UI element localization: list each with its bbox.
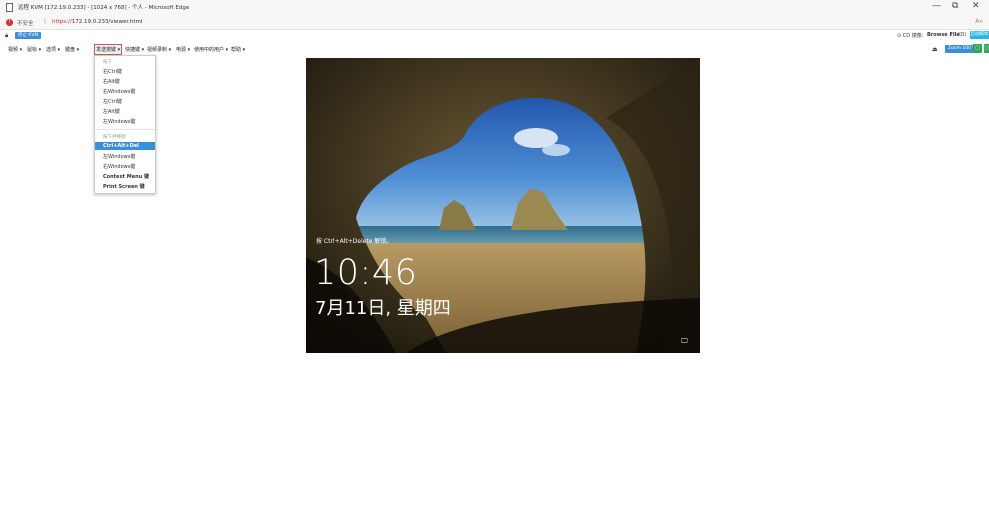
- url-path: 172.19.0.233/viewer.html: [71, 19, 143, 25]
- cd-image-text: CD 镜像:: [902, 33, 924, 39]
- ease-of-access-icon[interactable]: 🖵︎: [681, 337, 688, 346]
- menu-video[interactable]: 视频 ▾: [7, 45, 23, 54]
- unlock-hint: 按 Ctrl+Alt+Delete 解锁。: [316, 238, 393, 245]
- address-separator: |: [44, 18, 47, 25]
- chat-icon[interactable]: ▢: [973, 44, 982, 53]
- remote-screen[interactable]: 按 Ctrl+Alt+Delete 解锁。 10:46 7月11日, 星期四 🖵…: [306, 58, 700, 353]
- close-icon[interactable]: ✕: [972, 1, 980, 11]
- menu-item-right-ctrl[interactable]: 右Ctrl键: [103, 68, 122, 75]
- menu-help[interactable]: 帮助 ▾: [230, 45, 246, 54]
- menu-item-left-windows-press[interactable]: 左Windows键: [103, 153, 135, 160]
- menu-options[interactable]: 选项 ▾: [45, 45, 61, 54]
- kvm-toolbar: 🔒︎ 停止 KVM ⊙ CD 镜像: Browse File (0 KB) 启动…: [0, 30, 989, 41]
- not-secure-label[interactable]: 不安全: [17, 19, 34, 27]
- url-text[interactable]: https://172.19.0.233/viewer.html: [52, 19, 142, 25]
- stop-kvm-button[interactable]: 停止 KVM: [15, 32, 42, 39]
- menu-active-users[interactable]: 使用中的用户 ▾: [193, 45, 229, 54]
- send-keys-dropdown: 按下 右Ctrl键 右Alt键 右Windows键 左Ctrl键 左Alt键 左…: [94, 55, 156, 194]
- dropdown-header-press-release: 按下并释放: [103, 135, 126, 140]
- menu-item-right-windows[interactable]: 右Windows键: [103, 88, 135, 95]
- browser-title-bar: 远程 KVM [172.19.0.233] - [1024 x 768] - 个…: [0, 0, 989, 16]
- menu-item-right-alt[interactable]: 右Alt键: [103, 78, 120, 85]
- minimize-icon[interactable]: —: [932, 1, 941, 11]
- menu-item-context-menu[interactable]: Context Menu 键: [103, 173, 149, 180]
- address-bar[interactable]: ! 不安全 | https://172.19.0.233/viewer.html…: [0, 16, 989, 30]
- dropdown-header-hold: 按下: [103, 60, 112, 65]
- menu-item-left-ctrl[interactable]: 左Ctrl键: [103, 98, 122, 105]
- page-icon: [6, 3, 13, 12]
- not-secure-icon[interactable]: !: [6, 19, 13, 26]
- lockscreen-date: 7月11日, 星期四: [315, 298, 451, 319]
- lock-icon[interactable]: 🔒︎: [5, 32, 8, 40]
- menu-video-record[interactable]: 视频录制 ▾: [146, 45, 172, 54]
- kvm-menu-bar: 视频 ▾ 鼠标 ▾ 选项 ▾ 键盘 ▾ 发送按键 ▾ 快捷键 ▾ 视频录制 ▾ …: [0, 43, 989, 55]
- cd-image-label: ⊙ CD 镜像:: [897, 33, 924, 39]
- menu-item-ctrl-alt-del[interactable]: Ctrl+Alt+Del: [103, 143, 139, 149]
- restore-icon[interactable]: ⧉: [952, 1, 958, 11]
- read-aloud-icon[interactable]: A»: [975, 18, 983, 25]
- menu-item-print-screen[interactable]: Print Screen 键: [103, 183, 145, 190]
- start-media-button[interactable]: 启动媒体: [970, 31, 989, 39]
- window-title: 远程 KVM [172.19.0.233] - [1024 x 768] - 个…: [18, 5, 190, 11]
- menu-mouse[interactable]: 鼠标 ▾: [26, 45, 42, 54]
- menu-hotkeys[interactable]: 快捷键 ▾: [124, 45, 145, 54]
- menu-item-left-windows[interactable]: 左Windows键: [103, 118, 135, 125]
- menu-send-keys[interactable]: 发送按键 ▾: [94, 44, 123, 55]
- dropdown-divider: [95, 129, 155, 130]
- lockscreen-time: 10:46: [314, 253, 418, 293]
- menu-item-left-alt[interactable]: 左Alt键: [103, 108, 120, 115]
- menu-item-right-windows-press[interactable]: 右Windows键: [103, 163, 135, 170]
- url-scheme: https://: [52, 19, 72, 25]
- settings-icon[interactable]: ▢: [984, 44, 989, 53]
- menu-power[interactable]: 电源 ▾: [175, 45, 191, 54]
- menu-keyboard[interactable]: 键盘 ▾: [64, 45, 80, 54]
- file-size-label: (0 KB): [951, 32, 967, 38]
- eject-icon[interactable]: ⏏: [932, 46, 938, 53]
